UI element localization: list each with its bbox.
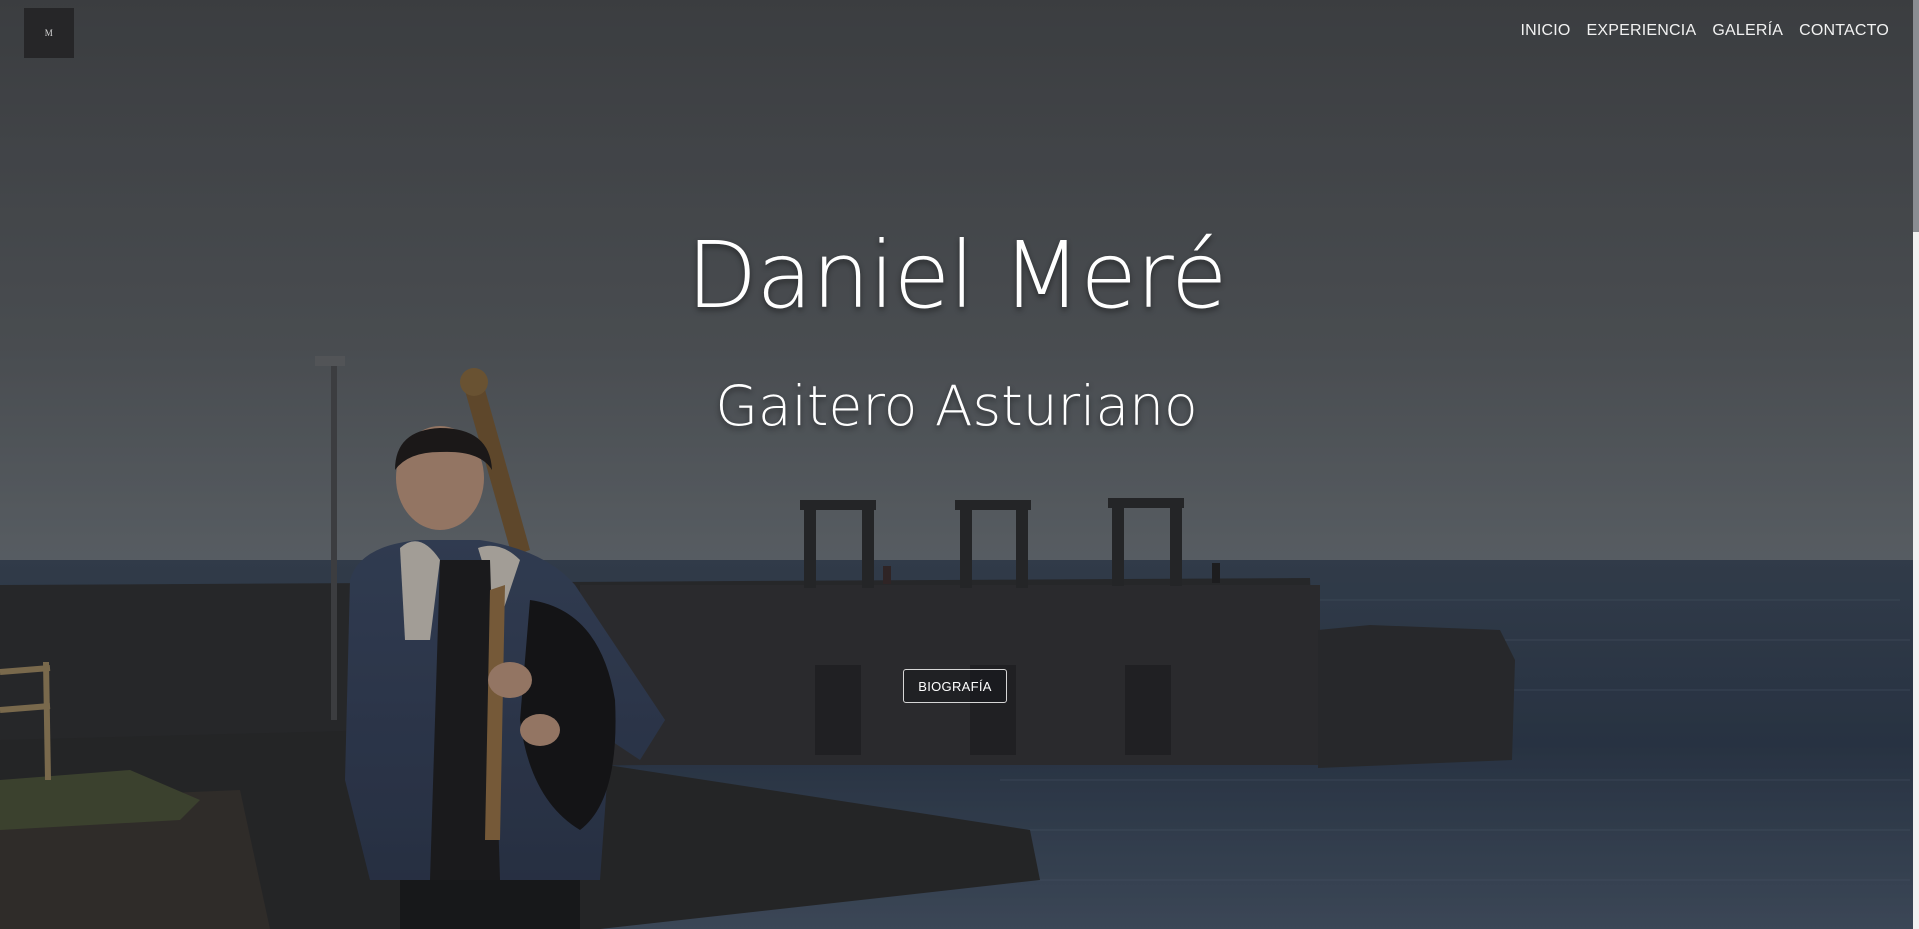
nav-link-contacto[interactable]: CONTACTO <box>1799 22 1889 40</box>
page-scrollbar[interactable] <box>1913 0 1919 929</box>
main-navigation: INICIO EXPERIENCIA GALERÍA CONTACTO <box>1520 22 1889 40</box>
site-logo[interactable]: M <box>24 8 74 58</box>
biography-button-label: BIOGRAFÍA <box>918 678 992 694</box>
nav-link-experiencia[interactable]: EXPERIENCIA <box>1587 22 1697 40</box>
page: M INICIO EXPERIENCIA GALERÍA CONTACTO Da… <box>0 0 1919 929</box>
hero-subtitle: Gaitero Asturiano <box>715 374 1198 438</box>
nav-link-galeria[interactable]: GALERÍA <box>1712 22 1783 40</box>
biography-button[interactable]: BIOGRAFÍA <box>903 669 1007 703</box>
scrollbar-thumb[interactable] <box>1913 0 1919 232</box>
nav-link-inicio[interactable]: INICIO <box>1520 22 1570 40</box>
hero-title: Daniel Meré <box>686 222 1228 329</box>
logo-text: M <box>44 28 54 38</box>
hero-background-image <box>0 0 1919 929</box>
